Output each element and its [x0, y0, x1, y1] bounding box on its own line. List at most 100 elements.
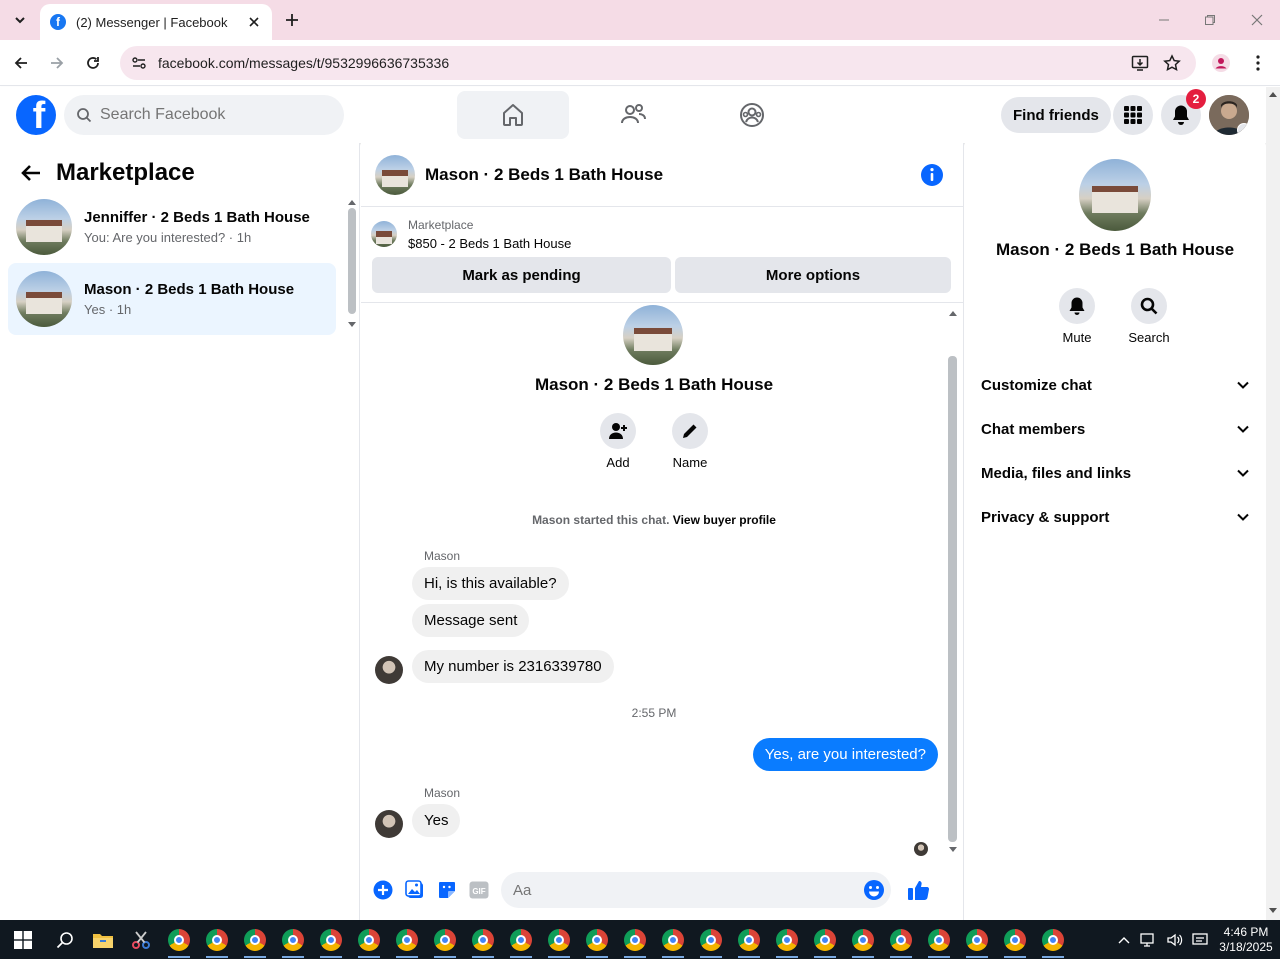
menu-button[interactable]	[1113, 95, 1153, 135]
message-input-box[interactable]	[501, 872, 891, 908]
message-input[interactable]	[513, 881, 863, 899]
thread-scrollbar[interactable]	[948, 356, 957, 842]
network-icon[interactable]	[1140, 932, 1158, 948]
reload-button[interactable]	[82, 52, 104, 74]
snipping-tool-button[interactable]	[122, 920, 160, 959]
sticker-button[interactable]	[431, 874, 463, 906]
chrome-window-19[interactable]	[844, 920, 882, 959]
install-app-button[interactable]	[1129, 52, 1151, 74]
taskbar-clock[interactable]: 4:46 PM 3/18/2025	[1212, 925, 1280, 955]
chrome-window-23[interactable]	[996, 920, 1034, 959]
chrome-window-2[interactable]	[198, 920, 236, 959]
chrome-window-8[interactable]	[426, 920, 464, 959]
conversation-item-active[interactable]: Mason · 2 Beds 1 Bath House Yes · 1h	[8, 263, 336, 335]
search-conversation-button[interactable]: Search	[1119, 288, 1179, 345]
chrome-window-24[interactable]	[1034, 920, 1072, 959]
find-friends-button[interactable]: Find friends	[1001, 97, 1111, 133]
url-bar[interactable]: facebook.com/messages/t/9532996636735336	[120, 46, 1196, 80]
facebook-search[interactable]	[64, 95, 344, 135]
more-options-button[interactable]: More options	[675, 257, 951, 293]
forward-button[interactable]	[46, 52, 68, 74]
chrome-window-17[interactable]	[768, 920, 806, 959]
minimize-button[interactable]	[1154, 10, 1174, 30]
like-button[interactable]	[903, 874, 935, 906]
nav-groups[interactable]	[696, 91, 808, 139]
mute-button[interactable]: Mute	[1047, 288, 1107, 345]
site-settings-icon[interactable]	[128, 52, 150, 74]
chrome-window-10[interactable]	[502, 920, 540, 959]
info-icon[interactable]	[920, 163, 944, 187]
back-arrow-icon[interactable]	[20, 162, 42, 184]
view-buyer-profile-link[interactable]: View buyer profile	[673, 513, 776, 527]
tab-close-icon[interactable]	[246, 14, 262, 30]
listing-price[interactable]: $850 - 2 Beds 1 Bath House	[408, 236, 571, 251]
chrome-window-21[interactable]	[920, 920, 958, 959]
page-scrollbar[interactable]	[1266, 87, 1280, 920]
sender-avatar[interactable]	[375, 656, 403, 684]
emoji-icon[interactable]	[863, 879, 885, 901]
chrome-window-5[interactable]	[312, 920, 350, 959]
browser-tab[interactable]: f (2) Messenger | Facebook	[40, 4, 272, 40]
bookmark-button[interactable]	[1161, 52, 1183, 74]
conversation-item[interactable]: Jenniffer · 2 Beds 1 Bath House You: Are…	[8, 191, 336, 263]
scroll-up-icon[interactable]	[347, 198, 357, 206]
media-files-links-row[interactable]: Media, files and links	[973, 451, 1257, 495]
attach-photo-button[interactable]	[399, 874, 431, 906]
chrome-window-20[interactable]	[882, 920, 920, 959]
new-tab-button[interactable]	[282, 10, 302, 30]
privacy-support-row[interactable]: Privacy & support	[973, 495, 1257, 539]
chrome-window-3[interactable]	[236, 920, 274, 959]
account-avatar[interactable]	[1209, 95, 1249, 135]
start-button[interactable]	[0, 920, 46, 959]
chrome-window-13[interactable]	[616, 920, 654, 959]
chrome-window-11[interactable]	[540, 920, 578, 959]
facebook-logo-icon[interactable]: f	[16, 95, 56, 135]
taskbar-search-button[interactable]	[46, 920, 84, 959]
inbox-scrollbar[interactable]	[348, 208, 356, 314]
chrome-window-16[interactable]	[730, 920, 768, 959]
nav-home[interactable]	[457, 91, 569, 139]
scroll-down-icon[interactable]	[948, 846, 958, 854]
scroll-down-icon[interactable]	[1269, 908, 1277, 914]
chrome-window-7[interactable]	[388, 920, 426, 959]
add-people-button[interactable]: Add	[588, 413, 648, 470]
close-window-button[interactable]	[1247, 10, 1267, 30]
show-hidden-icons-icon[interactable]	[1118, 936, 1130, 944]
scroll-up-icon[interactable]	[1269, 91, 1277, 97]
tab-search-button[interactable]	[6, 6, 34, 34]
input-method-icon[interactable]	[1192, 932, 1208, 948]
scroll-down-icon[interactable]	[347, 321, 357, 329]
facebook-search-input[interactable]	[100, 106, 320, 124]
outgoing-message[interactable]: Yes, are you interested?	[752, 738, 938, 771]
chrome-window-18[interactable]	[806, 920, 844, 959]
nav-friends[interactable]	[577, 91, 689, 139]
incoming-message[interactable]: Yes	[412, 804, 461, 837]
chat-members-row[interactable]: Chat members	[973, 407, 1257, 451]
restore-button[interactable]	[1200, 10, 1220, 30]
more-actions-button[interactable]	[367, 874, 399, 906]
incoming-message[interactable]: My number is 2316339780	[412, 650, 614, 683]
incoming-message[interactable]: Message sent	[412, 604, 530, 637]
chrome-window-22[interactable]	[958, 920, 996, 959]
chrome-window-15[interactable]	[692, 920, 730, 959]
back-button[interactable]	[10, 52, 32, 74]
volume-icon[interactable]	[1166, 932, 1184, 948]
mark-as-pending-button[interactable]: Mark as pending	[372, 257, 671, 293]
sender-avatar[interactable]	[375, 810, 403, 838]
browser-menu-button[interactable]	[1247, 52, 1269, 74]
scroll-up-icon[interactable]	[948, 309, 958, 317]
chrome-window-9[interactable]	[464, 920, 502, 959]
chrome-window-4[interactable]	[274, 920, 312, 959]
incoming-message[interactable]: Hi, is this available?	[412, 567, 569, 600]
profile-button[interactable]	[1210, 52, 1232, 74]
chat-title[interactable]: Mason · 2 Beds 1 Bath House	[425, 165, 920, 185]
gif-button[interactable]: GIF	[463, 874, 495, 906]
chrome-window-1[interactable]	[160, 920, 198, 959]
chat-thumbnail[interactable]	[375, 154, 415, 195]
chrome-window-6[interactable]	[350, 920, 388, 959]
customize-chat-row[interactable]: Customize chat	[973, 363, 1257, 407]
chrome-window-14[interactable]	[654, 920, 692, 959]
edit-name-button[interactable]: Name	[660, 413, 720, 470]
file-explorer-button[interactable]	[84, 920, 122, 959]
chrome-window-12[interactable]	[578, 920, 616, 959]
